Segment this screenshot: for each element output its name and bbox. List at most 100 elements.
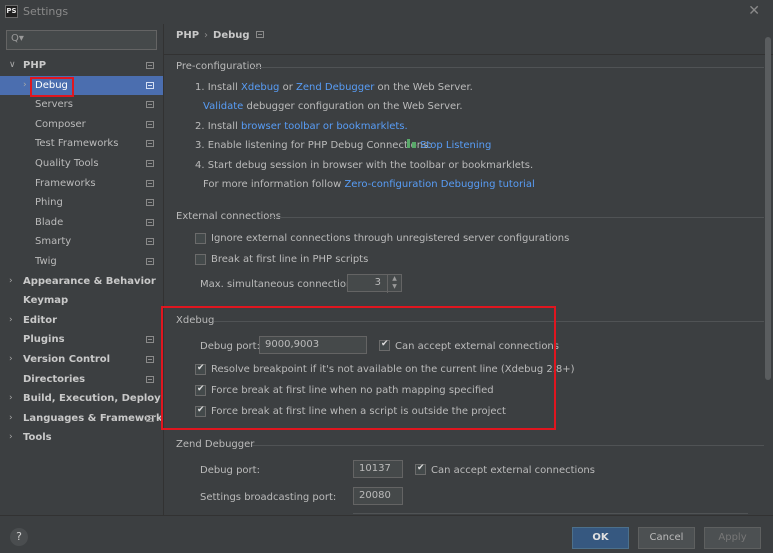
- toolbar-bookmarklets-link[interactable]: browser toolbar or bookmarklets.: [241, 121, 408, 132]
- sidebar-item-label: PHP: [23, 60, 47, 71]
- xdebug-link[interactable]: Xdebug: [241, 82, 279, 93]
- preconfig-title: Pre-configuration: [176, 61, 262, 72]
- sidebar-item-keymap[interactable]: Keymap: [0, 291, 163, 310]
- sidebar-item-tools[interactable]: › Tools: [0, 428, 163, 447]
- search-input[interactable]: Q▾: [6, 30, 157, 50]
- ok-button[interactable]: OK: [572, 527, 629, 549]
- zend-bottom-rule: [353, 513, 748, 514]
- sidebar-item-php[interactable]: ∨ PHP: [0, 56, 163, 75]
- stop-listening-link[interactable]: Stop Listening: [420, 140, 491, 151]
- title-bar: PS Settings ✕: [0, 0, 773, 24]
- sidebar-item-build-execution-deployment[interactable]: › Build, Execution, Deployment: [0, 389, 190, 408]
- max-connections-spinner[interactable]: 3 ▲ ▼: [347, 274, 402, 293]
- project-scope-icon: [146, 140, 154, 148]
- sidebar-item-label: Frameworks: [35, 177, 96, 189]
- sidebar-item-label: Editor: [23, 314, 57, 326]
- external-title: External connections: [176, 211, 281, 222]
- ignore-external-checkbox[interactable]: [195, 233, 206, 244]
- content-scrollbar[interactable]: [765, 37, 771, 380]
- chevron-right-icon[interactable]: ›: [9, 389, 13, 408]
- chevron-down-icon[interactable]: ∨: [9, 56, 16, 75]
- preconfig-validate: Validate debugger configuration on the W…: [203, 101, 463, 112]
- stop-listening-action[interactable]: Stop Listening: [406, 138, 491, 151]
- project-scope-icon: [146, 258, 154, 265]
- zero-config-link[interactable]: Zero-configuration Debugging tutorial: [344, 179, 534, 190]
- sidebar-item-quality-tools[interactable]: Quality Tools: [0, 154, 163, 173]
- step1-suffix: on the Web Server.: [374, 82, 473, 93]
- sidebar-item-blade[interactable]: Blade: [0, 213, 163, 232]
- zend-debugger-link[interactable]: Zend Debugger: [296, 82, 374, 93]
- sidebar-item-label: Directories: [23, 373, 86, 385]
- step2-prefix: 2. Install: [195, 121, 242, 132]
- preconfig-step2: 2. Install browser toolbar or bookmarkle…: [195, 121, 408, 132]
- sidebar-item-debug[interactable]: › Debug: [0, 75, 163, 95]
- cancel-button[interactable]: Cancel: [638, 527, 695, 549]
- step3-prefix: 3. Enable listening for PHP Debug Connec…: [195, 140, 432, 151]
- broadcast-port-label: Settings broadcasting port:: [200, 492, 337, 503]
- sidebar-item-phing[interactable]: Phing: [0, 193, 163, 212]
- project-scope-icon: [146, 414, 154, 422]
- project-scope-icon: [146, 62, 154, 69]
- project-scope-icon: [146, 238, 154, 246]
- sidebar-item-twig[interactable]: Twig: [0, 252, 163, 271]
- sidebar-item-label: Plugins: [23, 334, 65, 346]
- chevron-right-icon[interactable]: ›: [9, 409, 13, 428]
- sidebar-item-test-frameworks[interactable]: Test Frameworks: [0, 134, 163, 153]
- chevron-right-icon[interactable]: ›: [9, 272, 13, 291]
- breadcrumb-root[interactable]: PHP: [176, 30, 199, 41]
- zend-title: Zend Debugger: [176, 439, 255, 450]
- sidebar-item-version-control[interactable]: › Version Control: [0, 350, 163, 369]
- break-first-line-checkbox[interactable]: [195, 254, 206, 265]
- sidebar-item-label: Composer: [35, 118, 86, 130]
- window-title: Settings: [23, 5, 69, 18]
- chevron-right-icon[interactable]: ›: [23, 76, 27, 95]
- zend-port-input[interactable]: 10137: [353, 460, 403, 478]
- sidebar-item-servers[interactable]: Servers: [0, 95, 163, 114]
- sidebar-item-label: Twig: [35, 256, 57, 267]
- sidebar-item-appearance-behavior[interactable]: › Appearance & Behavior: [0, 272, 163, 291]
- help-icon[interactable]: ?: [10, 528, 28, 546]
- sidebar-item-languages-frameworks[interactable]: › Languages & Frameworks: [0, 409, 169, 428]
- sidebar-item-label: Servers: [35, 99, 74, 111]
- project-scope-icon: [146, 218, 154, 226]
- sidebar-item-frameworks[interactable]: Frameworks: [0, 174, 163, 193]
- zend-rule: [252, 445, 764, 446]
- close-icon[interactable]: ✕: [748, 3, 760, 19]
- break-first-line-label: Break at first line in PHP scripts: [211, 254, 369, 265]
- project-scope-icon: [146, 199, 154, 207]
- sidebar-item-editor[interactable]: › Editor: [0, 311, 163, 330]
- sidebar-item-label: Blade: [35, 216, 64, 228]
- preconfig-rule: [254, 67, 764, 68]
- chevron-right-icon[interactable]: ›: [9, 350, 13, 369]
- zend-accept-external-checkbox[interactable]: [415, 463, 426, 475]
- sidebar-item-label: Test Frameworks: [35, 138, 119, 150]
- validate-suffix: debugger configuration on the Web Server…: [243, 101, 463, 112]
- dialog-footer: ? OK Cancel Apply: [0, 515, 773, 553]
- spinner-arrows-icon[interactable]: ▲ ▼: [387, 275, 401, 293]
- broadcast-port-input[interactable]: 20080: [353, 487, 403, 505]
- max-connections-value: 3: [374, 277, 381, 288]
- apply-button[interactable]: Apply: [704, 527, 761, 549]
- project-scope-icon: [146, 336, 154, 344]
- sidebar-item-label: Quality Tools: [35, 158, 99, 169]
- breadcrumb-separator: ›: [204, 30, 209, 41]
- sidebar-item-composer[interactable]: Composer: [0, 115, 163, 134]
- zend-port-label: Debug port:: [200, 465, 260, 476]
- chevron-right-icon[interactable]: ›: [9, 428, 13, 447]
- sidebar-item-label: Version Control: [23, 354, 111, 365]
- sidebar-item-label: Tools: [23, 432, 52, 444]
- project-scope-icon: [146, 81, 154, 89]
- search-icon: Q▾: [11, 33, 24, 44]
- project-scope-icon: [146, 375, 154, 383]
- validate-link[interactable]: Validate: [203, 101, 243, 112]
- chevron-right-icon[interactable]: ›: [9, 311, 13, 330]
- project-scope-icon: [146, 120, 154, 128]
- settings-content: PHP › Debug Pre-configuration 1. Install X…: [164, 24, 773, 515]
- project-scope-icon: [146, 179, 154, 187]
- project-scope-icon: [146, 101, 154, 109]
- external-rule: [270, 217, 764, 218]
- sidebar-item-directories[interactable]: Directories: [0, 370, 163, 389]
- sidebar-item-smarty[interactable]: Smarty: [0, 232, 163, 251]
- sidebar-item-plugins[interactable]: Plugins: [0, 330, 163, 349]
- preconfig-step4: 4. Start debug session in browser with t…: [195, 160, 534, 171]
